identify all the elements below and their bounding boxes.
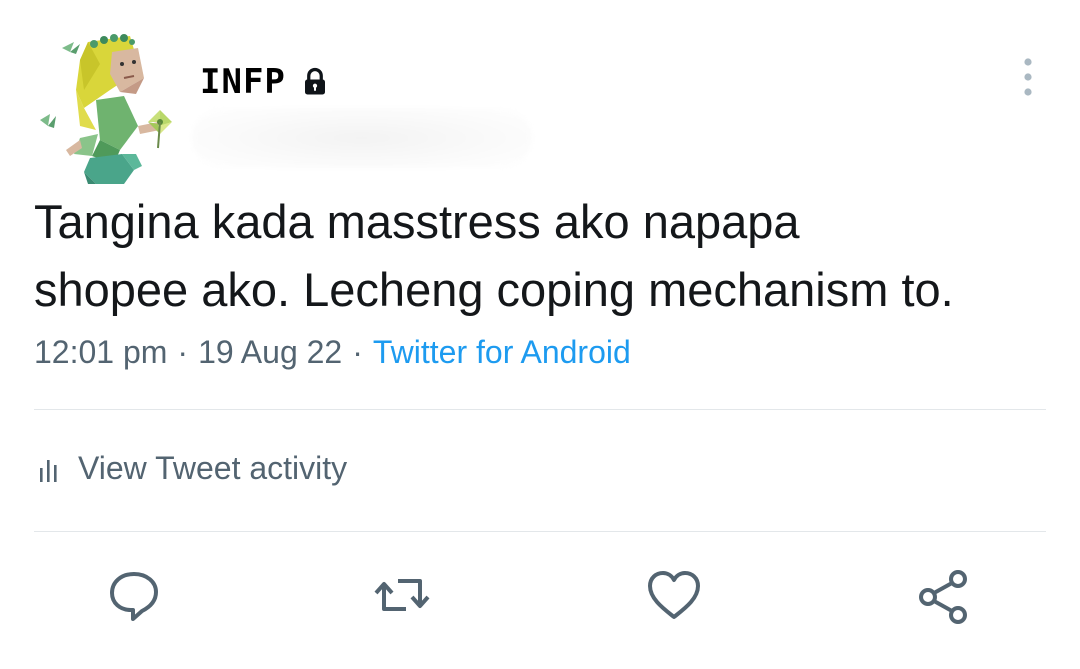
tweet-text-line: shopee ako. Lecheng coping mechanism to. <box>34 263 954 316</box>
low-poly-figure-avatar-icon <box>40 34 172 184</box>
divider <box>34 531 1046 532</box>
tweet-date[interactable]: 19 Aug 22 <box>198 334 342 371</box>
obscured-handle <box>192 108 532 168</box>
avatar[interactable] <box>40 30 190 185</box>
tweet-actions-bar <box>0 565 1080 635</box>
more-options-icon[interactable] <box>1020 56 1036 98</box>
lock-icon <box>304 67 325 95</box>
divider <box>34 409 1046 410</box>
tweet-source-link[interactable]: Twitter for Android <box>373 334 631 371</box>
separator: · <box>352 334 363 370</box>
view-tweet-activity-button[interactable]: View Tweet activity <box>34 450 347 487</box>
tweet-meta: 12:01 pm · 19 Aug 22 · Twitter for Andro… <box>34 334 631 371</box>
bar-chart-icon <box>40 459 57 482</box>
reply-icon[interactable] <box>104 565 164 625</box>
view-tweet-activity-label: View Tweet activity <box>78 450 348 486</box>
heart-icon[interactable] <box>644 565 704 625</box>
retweet-icon[interactable] <box>372 565 432 625</box>
tweet-text: Tangina kada masstress ako napapa shopee… <box>34 188 1054 324</box>
tweet-card: INFP Tangina kada masstress ako napapa s… <box>0 0 1080 669</box>
separator: · <box>177 334 189 370</box>
tweet-text-line: Tangina kada masstress ako napapa <box>34 195 800 248</box>
tweet-time[interactable]: 12:01 pm <box>34 334 167 371</box>
share-icon[interactable] <box>914 565 974 625</box>
display-name[interactable]: INFP <box>200 62 286 102</box>
user-name-row: INFP <box>200 62 330 102</box>
